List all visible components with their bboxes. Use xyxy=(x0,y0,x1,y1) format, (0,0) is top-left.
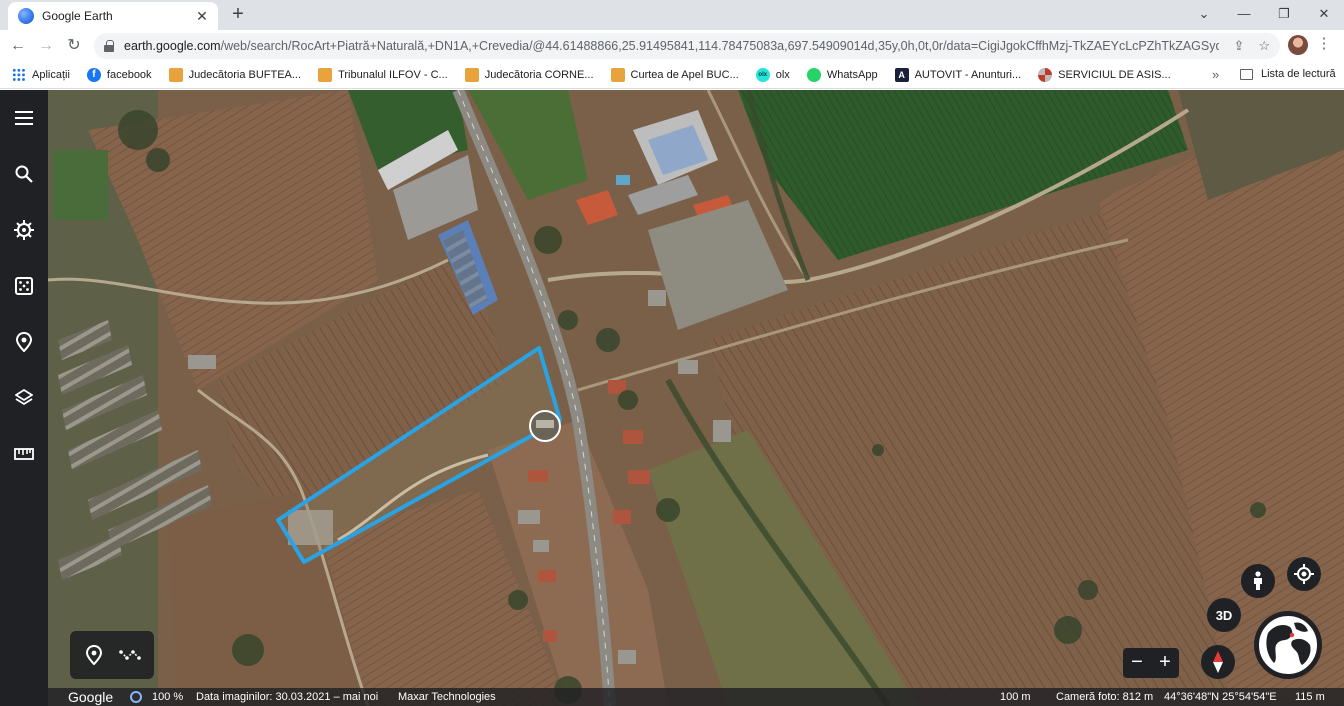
bookmark-aplicatii[interactable]: Aplicații xyxy=(12,68,70,82)
reading-list-button[interactable]: Lista de lectură xyxy=(1240,68,1336,80)
zoom-in-button[interactable]: + xyxy=(1151,648,1179,678)
google-logo: Google xyxy=(68,689,114,705)
compass-icon[interactable] xyxy=(1201,645,1235,679)
earth-status-bar: Google 100 % Data imaginilor: 30.03.2021… xyxy=(48,688,1344,706)
map-style-icon[interactable] xyxy=(8,382,40,414)
reading-list-icon xyxy=(1240,68,1253,80)
coordinates: 44°36'48"N 25°54'54"E xyxy=(1164,691,1277,703)
olx-icon: olx xyxy=(755,68,770,82)
tab-search-button[interactable]: ⌄ xyxy=(1184,0,1224,30)
whatsapp-icon xyxy=(806,68,821,82)
search-icon[interactable] xyxy=(8,158,40,190)
bookmark-judecatoria-buftea[interactable]: Judecătoria BUFTEA... xyxy=(168,68,301,82)
court-icon xyxy=(318,68,333,82)
earth-sidebar xyxy=(0,90,48,706)
tab-strip: Google Earth ✕ + ⌄ — ❐ ✕ xyxy=(0,0,1344,30)
zoom-out-button[interactable]: − xyxy=(1123,648,1151,678)
court-icon xyxy=(464,68,479,82)
address-bar[interactable]: earth.google.com/web/search/RocArt+Piatr… xyxy=(94,33,1280,59)
bookmark-facebook[interactable]: f facebook xyxy=(86,68,152,82)
draw-path-icon[interactable] xyxy=(114,639,146,671)
zoom-controls: − + xyxy=(1123,648,1179,678)
restore-button[interactable]: ❐ xyxy=(1264,0,1304,30)
projects-icon[interactable] xyxy=(8,326,40,358)
globe-overview-icon[interactable] xyxy=(1254,611,1322,679)
serviciul-icon xyxy=(1038,68,1053,82)
court-icon xyxy=(610,68,625,82)
new-tab-button[interactable]: + xyxy=(226,3,250,27)
lock-icon[interactable] xyxy=(104,40,114,52)
facebook-icon: f xyxy=(86,68,101,82)
bookmark-autovit[interactable]: A AUTOVIT - Anunturi... xyxy=(894,68,1021,82)
bookmark-judecatoria-corne[interactable]: Judecătoria CORNE... xyxy=(464,68,594,82)
tab-close-icon[interactable]: ✕ xyxy=(194,8,210,25)
autovit-icon: A xyxy=(894,68,909,82)
browser-toolbar: ← → ↻ earth.google.com/web/search/RocArt… xyxy=(0,30,1344,62)
close-window-button[interactable]: ✕ xyxy=(1304,0,1344,30)
google-earth-favicon-icon xyxy=(18,8,34,24)
satellite-map[interactable] xyxy=(48,90,1344,706)
bookmark-whatsapp[interactable]: WhatsApp xyxy=(806,68,878,82)
back-button[interactable]: ← xyxy=(6,34,30,58)
apps-grid-icon xyxy=(12,68,26,82)
street-view-pegman-icon[interactable] xyxy=(1241,564,1275,598)
minimize-button[interactable]: — xyxy=(1224,0,1264,30)
tab-google-earth[interactable]: Google Earth ✕ xyxy=(8,2,218,30)
voyager-icon[interactable] xyxy=(8,214,40,246)
reload-button[interactable]: ↻ xyxy=(62,34,86,58)
forward-button[interactable]: → xyxy=(34,34,58,58)
imagery-provider: Maxar Technologies xyxy=(398,691,496,703)
imagery-date[interactable]: Data imaginilor: 30.03.2021 – mai noi xyxy=(196,691,378,703)
elevation: 115 m xyxy=(1295,691,1325,703)
bookmark-serviciul[interactable]: SERVICIUL DE ASIS... xyxy=(1038,68,1171,82)
measure-icon[interactable] xyxy=(8,438,40,470)
bookmarks-overflow-button[interactable]: » xyxy=(1212,67,1219,82)
browser-menu-icon[interactable]: ⋮ xyxy=(1316,34,1332,52)
drawing-tools-panel xyxy=(70,631,154,679)
bookmarks-bar: Aplicații f facebook Judecătoria BUFTEA..… xyxy=(0,62,1344,89)
url-text[interactable]: earth.google.com/web/search/RocArt+Piatr… xyxy=(124,39,1219,53)
toggle-3d-button[interactable]: 3D xyxy=(1207,598,1241,632)
tab-title: Google Earth xyxy=(42,9,113,23)
scale-label: 100 m xyxy=(1000,691,1031,703)
add-placemark-icon[interactable] xyxy=(78,639,110,671)
loading-percent: 100 % xyxy=(152,691,184,703)
my-location-icon[interactable] xyxy=(1287,557,1321,591)
loading-ring-icon xyxy=(130,691,142,703)
camera-altitude: Cameră foto: 812 m xyxy=(1056,691,1154,703)
menu-icon[interactable] xyxy=(8,102,40,134)
google-earth-view: 3D − + Google 100 % Data imaginilor: 30.… xyxy=(0,90,1344,706)
court-icon xyxy=(168,68,183,82)
bookmark-curtea-de-apel[interactable]: Curtea de Apel BUC... xyxy=(610,68,739,82)
bookmark-olx[interactable]: olx olx xyxy=(755,68,790,82)
share-icon[interactable]: ⇪ xyxy=(1233,38,1244,54)
profile-avatar[interactable] xyxy=(1288,35,1308,55)
bookmark-star-icon[interactable]: ☆ xyxy=(1258,38,1270,54)
bookmark-tribunalul-ilfov[interactable]: Tribunalul ILFOV - C... xyxy=(318,68,448,82)
feeling-lucky-icon[interactable] xyxy=(8,270,40,302)
